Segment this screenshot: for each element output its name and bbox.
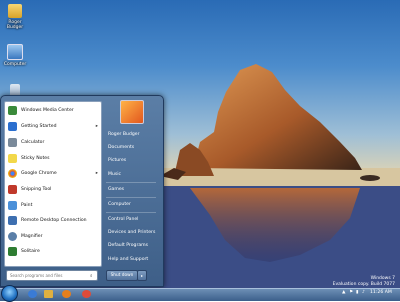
search-icon: ⌕ bbox=[90, 273, 93, 279]
magnifier-icon bbox=[8, 231, 17, 241]
tray-volume-icon[interactable]: ♪ bbox=[362, 290, 365, 295]
windows-explorer-icon[interactable] bbox=[44, 290, 53, 298]
right-item-help-support[interactable]: Help and Support bbox=[104, 254, 160, 265]
media-player-icon[interactable] bbox=[62, 290, 71, 298]
scissors-icon bbox=[8, 184, 17, 194]
search-input[interactable] bbox=[7, 271, 90, 280]
getting-started-icon bbox=[8, 121, 17, 131]
calculator-icon bbox=[8, 137, 17, 147]
submenu-arrow-icon: ▸ bbox=[95, 123, 98, 129]
user-picture[interactable] bbox=[120, 100, 144, 124]
right-item-music[interactable]: Music bbox=[104, 169, 160, 180]
all-programs-button[interactable]: ▶ All Programs bbox=[4, 254, 100, 264]
program-sticky-notes[interactable]: Sticky Notes bbox=[5, 151, 101, 165]
program-windows-media-center[interactable]: Windows Media Center bbox=[5, 103, 101, 117]
right-item-documents[interactable]: Documents bbox=[104, 142, 160, 153]
computer-icon bbox=[7, 44, 23, 60]
menu-divider bbox=[106, 182, 156, 183]
shutdown-options-button[interactable]: ▸ bbox=[137, 270, 147, 281]
program-snipping-tool[interactable]: Snipping Tool bbox=[5, 182, 101, 196]
user-folder-icon bbox=[8, 4, 22, 18]
start-button[interactable] bbox=[1, 285, 18, 302]
tray-action-center-icon[interactable]: ⚑ bbox=[349, 290, 353, 295]
arrow-right-icon: ▶ bbox=[9, 256, 13, 262]
desktop-icon-computer[interactable]: Computer bbox=[0, 44, 30, 67]
tray-network-icon[interactable]: ▮ bbox=[356, 290, 358, 295]
program-paint[interactable]: Paint bbox=[5, 198, 101, 212]
program-google-chrome[interactable]: Google Chrome ▸ bbox=[5, 166, 101, 180]
chrome-icon bbox=[8, 168, 17, 178]
paint-icon bbox=[8, 200, 17, 210]
windows-watermark-line1: Windows 7 bbox=[370, 276, 395, 281]
menu-divider bbox=[106, 197, 156, 198]
internet-explorer-icon[interactable] bbox=[28, 290, 37, 298]
chrome-taskbar-icon[interactable] bbox=[82, 290, 91, 298]
submenu-arrow-icon: ▸ bbox=[95, 170, 98, 176]
start-search-box[interactable]: ⌕ bbox=[6, 270, 98, 281]
desktop-icon-user-folder[interactable]: Roger Budger bbox=[0, 4, 30, 30]
shutdown-button[interactable]: Shut down bbox=[106, 270, 138, 281]
taskbar-clock[interactable]: 11:26 AM bbox=[370, 290, 392, 295]
desktop-icon-label: Roger Budger bbox=[6, 20, 24, 30]
program-getting-started[interactable]: Getting Started ▸ bbox=[5, 119, 101, 133]
right-item-devices-printers[interactable]: Devices and Printers bbox=[104, 227, 160, 238]
right-item-games[interactable]: Games bbox=[104, 184, 160, 195]
menu-divider bbox=[106, 212, 156, 213]
all-programs-label: All Programs bbox=[18, 256, 48, 262]
windows-watermark-line2: Evaluation copy. Build 7077 bbox=[332, 282, 395, 287]
taskbar bbox=[0, 288, 400, 301]
program-magnifier[interactable]: Magnifier bbox=[5, 229, 101, 243]
right-item-pictures[interactable]: Pictures bbox=[104, 155, 160, 166]
program-calculator[interactable]: Calculator bbox=[5, 135, 101, 149]
right-item-user[interactable]: Roger Budger bbox=[104, 129, 160, 140]
media-center-icon bbox=[8, 105, 17, 115]
right-item-default-programs[interactable]: Default Programs bbox=[104, 240, 160, 251]
tray-show-hidden-icon[interactable]: ▲ bbox=[342, 290, 345, 295]
right-item-control-panel[interactable]: Control Panel bbox=[104, 214, 160, 225]
remote-desktop-icon bbox=[8, 215, 17, 225]
desktop-icon-label: Computer bbox=[3, 62, 27, 67]
sticky-notes-icon bbox=[8, 153, 17, 163]
program-remote-desktop[interactable]: Remote Desktop Connection bbox=[5, 213, 101, 227]
right-item-computer[interactable]: Computer bbox=[104, 199, 160, 210]
start-menu-programs-pane: Windows Media Center Getting Started ▸ C… bbox=[4, 101, 102, 267]
